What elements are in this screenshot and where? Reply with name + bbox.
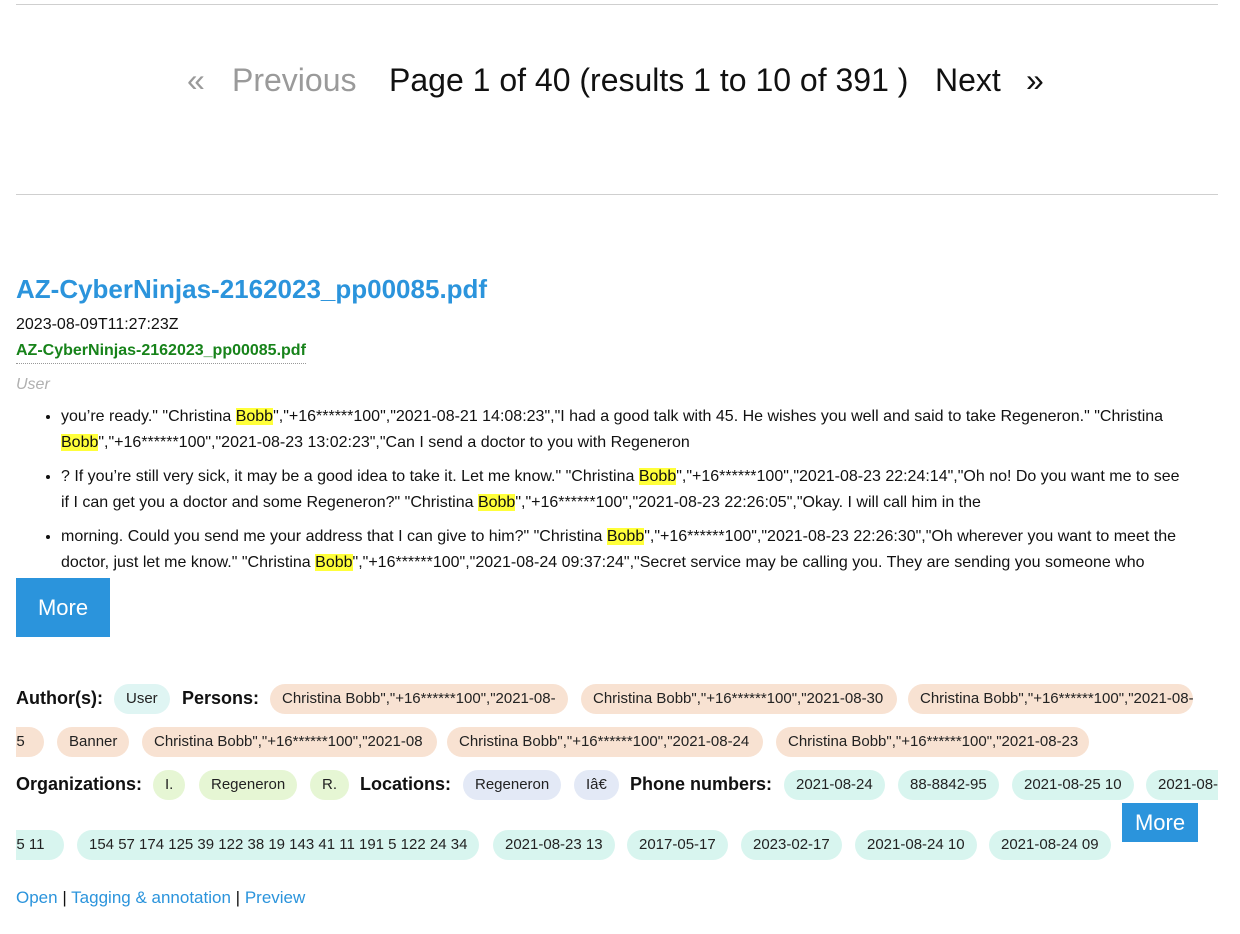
snippet-text: ","+16******100","2021-08-24 09:37:24","… — [352, 554, 1145, 571]
snippet-text: ","+16******100","2021-08-23 13:02:23","… — [98, 434, 690, 451]
location-tag[interactable]: Regeneron — [463, 770, 562, 800]
snippet-text: ","+16******100","2021-08-21 14:08:23","… — [273, 408, 1164, 425]
phone-tag[interactable]: 2021-08-24 — [784, 770, 885, 800]
page-status: Page 1 of 40 (results 1 to 10 of 391 ) — [389, 62, 909, 98]
person-tag[interactable]: Banner — [57, 727, 130, 757]
phone-tag[interactable]: 2021-08-24 09 — [989, 830, 1111, 860]
person-tag[interactable]: Christina Bobb","+16******100","2021-08- — [270, 684, 568, 714]
snippet-item: ? If you’re still very sick, it may be a… — [61, 464, 1220, 516]
phone-tags-row2: 25 11 154 57 174 125 39 122 38 19 143 41 … — [16, 830, 1126, 862]
phone-tag[interactable]: 2021-08-24 10 — [855, 830, 977, 860]
location-tag[interactable]: Iâ€ — [574, 770, 619, 800]
person-tag[interactable]: Christina Bobb","+16******100","2021-08-… — [776, 727, 1089, 757]
more-facets-button[interactable]: More — [1122, 803, 1198, 842]
author-tag[interactable]: User — [114, 684, 170, 714]
separator: | — [235, 888, 241, 907]
result-actions: Open | Tagging & annotation | Preview — [16, 888, 305, 908]
tagging-annotation-link[interactable]: Tagging & annotation — [71, 888, 231, 907]
snippet-item: morning. Could you send me your address … — [61, 524, 1220, 574]
top-divider — [16, 4, 1218, 5]
snippet-line: morning. Could you send me your address … — [61, 524, 1220, 550]
pagination: « Previous Page 1 of 40 (results 1 to 10… — [0, 62, 1240, 106]
phone-tag[interactable]: 2021-08-23 13 — [493, 830, 615, 860]
snippet-text: ? If you’re still very sick, it may be a… — [61, 468, 639, 485]
snippet-list: you’re ready." "Christina Bobb","+16****… — [16, 404, 1220, 574]
search-highlight: Bobb — [235, 408, 274, 425]
result-file-link[interactable]: AZ-CyberNinjas-2162023_pp00085.pdf — [16, 342, 306, 364]
pagination-divider — [16, 194, 1218, 195]
snippet-line: doctor, just let me know." "Christina Bo… — [61, 550, 1220, 574]
phone-tag[interactable]: 2017-05-17 — [627, 830, 728, 860]
person-tag[interactable]: Christina Bobb","+16******100","2021-08-… — [581, 684, 897, 714]
organization-tag[interactable]: R. — [310, 770, 349, 800]
next-page-link[interactable]: Next — [935, 62, 1001, 99]
snippet-line: ? If you’re still very sick, it may be a… — [61, 464, 1220, 490]
more-snippets-button[interactable]: More — [16, 578, 110, 637]
search-highlight: Bobb — [638, 468, 677, 485]
result-author-line: User — [16, 376, 50, 393]
last-page-icon[interactable]: » — [1026, 62, 1044, 99]
search-highlight: Bobb — [315, 554, 353, 571]
snippet-line: if I can get you a doctor and some Regen… — [61, 490, 1220, 516]
snippet-text: ","+16******100","2021-08-23 22:26:05","… — [515, 494, 981, 511]
snippet-text: you’re ready." "Christina — [61, 408, 236, 425]
phone-tag[interactable]: 25 11 — [16, 830, 64, 860]
organization-tag[interactable]: Regeneron — [199, 770, 298, 800]
persons-tags-row1: Christina Bobb","+16******100","2021-08-… — [270, 684, 1193, 716]
snippet-text: ","+16******100","2021-08-23 22:24:14","… — [676, 468, 1180, 485]
persons-tags-row2: 25 Banner Christina Bobb","+16******100","… — [16, 727, 1096, 759]
snippet-text: doctor, just let me know." "Christina — [61, 554, 316, 571]
preview-link[interactable]: Preview — [245, 888, 305, 907]
open-link[interactable]: Open — [16, 888, 58, 907]
locations-label: Locations: — [360, 774, 452, 794]
search-highlight: Bobb — [606, 528, 645, 545]
persons-label: Persons: — [182, 688, 260, 708]
organization-tag[interactable]: I. — [153, 770, 186, 800]
person-tag[interactable]: Christina Bobb","+16******100","2021-08 — [142, 727, 437, 757]
organizations-label: Organizations: — [16, 774, 143, 794]
result-date: 2023-08-09T11:27:23Z — [16, 316, 179, 333]
search-highlight: Bobb — [61, 434, 99, 451]
first-page-icon: « — [187, 62, 205, 98]
phone-tag[interactable]: 154 57 174 125 39 122 38 19 143 41 11 19… — [77, 830, 480, 860]
previous-page-link: Previous — [232, 62, 357, 98]
locations-tags: Regeneron Iâ€ — [463, 770, 623, 802]
authors-label: Author(s): — [16, 688, 103, 708]
phone-tag[interactable]: 2023-02-17 — [741, 830, 842, 860]
phone-tag[interactable]: 88-8842-95 — [898, 770, 999, 800]
phone-tags-row1: 2021-08-24 88-8842-95 2021-08-25 10 2021-08… — [784, 770, 1218, 802]
snippet-text: if I can get you a doctor and some Regen… — [61, 494, 478, 511]
result-title-link[interactable]: AZ-CyberNinjas-2162023_pp00085.pdf — [16, 274, 487, 305]
phone-tag[interactable]: 2021-08-25 10 — [1012, 770, 1134, 800]
separator: | — [62, 888, 67, 907]
phone-tag[interactable]: 2021-08- — [1146, 770, 1218, 800]
phone-numbers-label: Phone numbers: — [630, 774, 773, 794]
person-tag[interactable]: 25 — [16, 727, 44, 757]
snippet-text: ","+16******100","2021-08-23 22:26:30","… — [644, 528, 1176, 545]
person-tag[interactable]: Christina Bobb","+16******100","2021-08- — [908, 684, 1193, 714]
authors-tags: User — [114, 684, 184, 716]
snippet-line: Bobb","+16******100","2021-08-23 13:02:2… — [61, 430, 1220, 456]
snippet-line: you’re ready." "Christina Bobb","+16****… — [61, 404, 1220, 430]
person-tag[interactable]: Christina Bobb","+16******100","2021-08-… — [447, 727, 763, 757]
search-highlight: Bobb — [477, 494, 516, 511]
snippet-text: morning. Could you send me your address … — [61, 528, 607, 545]
snippet-item: you’re ready." "Christina Bobb","+16****… — [61, 404, 1220, 456]
organizations-tags: I. Regeneron R. — [153, 770, 353, 802]
